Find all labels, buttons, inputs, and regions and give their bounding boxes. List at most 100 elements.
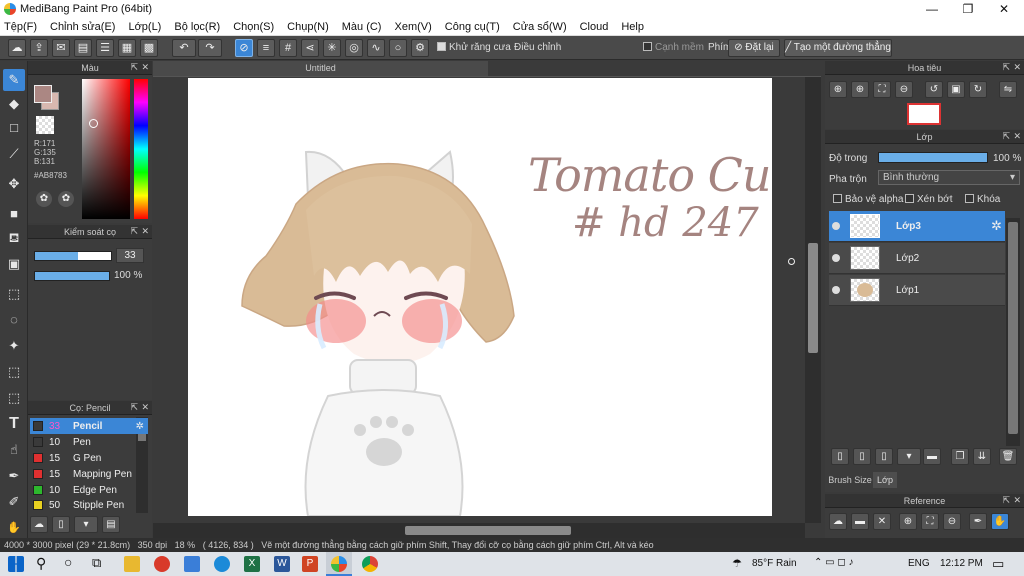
- hand-tool-icon[interactable]: ✋: [3, 517, 25, 539]
- zoom-out-icon[interactable]: ⊖: [895, 81, 913, 98]
- tab-brush-size[interactable]: Brush Size: [827, 472, 873, 488]
- windows-start-icon[interactable]: [8, 556, 24, 572]
- parallel-snap-icon[interactable]: ≡: [257, 39, 275, 57]
- brush-item[interactable]: 33 Pencil ✲: [30, 418, 148, 434]
- brush-item[interactable]: 10 Edge Pen: [30, 482, 148, 498]
- brush-settings-icon[interactable]: ▤: [102, 516, 120, 533]
- saturation-value-picker[interactable]: [82, 79, 130, 219]
- close-icon[interactable]: ✕: [141, 226, 149, 237]
- panel-icon[interactable]: ▤: [74, 39, 92, 57]
- magic-wand-tool-icon[interactable]: ✦: [3, 335, 25, 357]
- cortana-icon[interactable]: ○: [64, 554, 72, 570]
- layer-row[interactable]: Lớp3 ✲: [829, 211, 1005, 242]
- cloud-icon[interactable]: ☁: [829, 513, 847, 530]
- no-snap-icon[interactable]: ⊘: [235, 39, 253, 57]
- upload-icon[interactable]: ⇪: [30, 39, 48, 57]
- rectangle-tool-icon[interactable]: □: [3, 117, 25, 139]
- open-folder-icon[interactable]: ▬: [851, 513, 869, 530]
- vertical-scrollbar[interactable]: [805, 77, 821, 523]
- scroll-thumb[interactable]: [1008, 222, 1018, 434]
- float-icon[interactable]: ⇱: [1002, 62, 1010, 73]
- trash-icon[interactable]: 🗑: [999, 448, 1017, 465]
- hue-slider[interactable]: [134, 79, 148, 219]
- grid-icon[interactable]: ▦: [118, 39, 136, 57]
- horizontal-scroll-thumb[interactable]: [405, 526, 571, 535]
- grid-snap-icon[interactable]: #: [279, 39, 297, 57]
- brush-item[interactable]: 15 Mapping Pen: [30, 466, 148, 482]
- fit-icon[interactable]: ⛶: [873, 81, 891, 98]
- merge-icon[interactable]: ⇊: [973, 448, 991, 465]
- new-layer-icon[interactable]: ▯: [831, 448, 849, 465]
- clip-checkbox[interactable]: Xén bớt: [905, 194, 952, 205]
- list-icon[interactable]: ☰: [96, 39, 114, 57]
- brush-opacity-slider[interactable]: [34, 271, 110, 281]
- radial-snap-icon[interactable]: ✳: [323, 39, 341, 57]
- float-icon[interactable]: ⇱: [1002, 495, 1010, 506]
- brush-tool-icon[interactable]: ✎: [3, 69, 25, 91]
- menu-help[interactable]: Help: [621, 21, 644, 33]
- menu-cloud[interactable]: Cloud: [580, 21, 609, 33]
- bucket-tool-icon[interactable]: ⛾: [3, 227, 25, 249]
- comment-icon[interactable]: ✉: [52, 39, 70, 57]
- brush-size-slider[interactable]: [34, 251, 112, 261]
- antialias-checkbox[interactable]: Khử răng cưa: [437, 42, 511, 53]
- cloud-icon[interactable]: ☁: [8, 39, 26, 57]
- palette-icon[interactable]: ✿: [36, 191, 52, 207]
- minimize-button[interactable]: —: [914, 0, 950, 18]
- drawing-canvas[interactable]: Tomato Cute # hd 247: [188, 78, 772, 516]
- clock[interactable]: 12:12 PM: [940, 558, 983, 569]
- file-explorer-icon[interactable]: [124, 556, 140, 572]
- zoom-in-icon[interactable]: ⊕: [899, 513, 917, 530]
- brush-item[interactable]: 10 Pen: [30, 434, 148, 450]
- menu-tools[interactable]: Công cụ(T): [445, 21, 500, 33]
- palette-add-icon[interactable]: ✿: [58, 191, 74, 207]
- word-icon[interactable]: W: [274, 556, 290, 572]
- close-reference-icon[interactable]: ✕: [873, 513, 891, 530]
- close-icon[interactable]: ✕: [141, 402, 149, 413]
- lasso-tool-icon[interactable]: ◌: [3, 309, 25, 331]
- brush-item[interactable]: 50 Stipple Pen: [30, 498, 148, 512]
- hand-icon[interactable]: ✋: [991, 513, 1009, 530]
- menu-select[interactable]: Chọn(S): [233, 21, 274, 33]
- soft-edge-checkbox[interactable]: Cạnh mềm: [643, 42, 704, 53]
- fit-icon[interactable]: ⛶: [921, 513, 939, 530]
- actual-size-icon[interactable]: ▣: [947, 81, 965, 98]
- edge-icon[interactable]: [214, 556, 230, 572]
- vertical-scroll-thumb[interactable]: [808, 243, 818, 353]
- restore-button[interactable]: ❐: [950, 0, 986, 18]
- layer-list-scrollbar[interactable]: [1006, 218, 1020, 446]
- flip-icon[interactable]: ⇋: [999, 81, 1017, 98]
- zoom-in-small-icon[interactable]: ⊕: [851, 81, 869, 98]
- excel-icon[interactable]: X: [244, 556, 260, 572]
- eyedropper-icon[interactable]: ✒: [969, 513, 987, 530]
- layer-row[interactable]: Lớp1: [829, 275, 1005, 306]
- navigator-thumbnail[interactable]: [907, 103, 941, 125]
- transparent-color-swatch[interactable]: [36, 116, 54, 134]
- menu-edit[interactable]: Chỉnh sửa(E): [50, 21, 115, 33]
- task-view-icon[interactable]: ⧉: [92, 555, 101, 571]
- reset-button[interactable]: ⊘ Đặt lại: [728, 39, 780, 57]
- layer-row[interactable]: Lớp2: [829, 243, 1005, 274]
- brush-size-value[interactable]: 33: [116, 248, 144, 263]
- chrome-icon[interactable]: [362, 556, 378, 572]
- add-layer-dropdown-icon[interactable]: ▾: [897, 448, 921, 465]
- layer-opacity-slider[interactable]: [878, 152, 988, 163]
- select-rect-tool-icon[interactable]: ⬚: [3, 283, 25, 305]
- float-icon[interactable]: ⇱: [130, 62, 138, 73]
- new-halftone-layer-icon[interactable]: ▯: [853, 448, 871, 465]
- perspective-snap-icon[interactable]: ⋖: [301, 39, 319, 57]
- folder-icon[interactable]: ▬: [923, 448, 941, 465]
- layout-icon[interactable]: ▩: [140, 39, 158, 57]
- settings-snap-icon[interactable]: ⚙: [411, 39, 429, 57]
- eye-icon[interactable]: [832, 222, 840, 230]
- close-button[interactable]: ✕: [986, 0, 1022, 18]
- eye-icon[interactable]: [832, 286, 840, 294]
- duplicate-icon[interactable]: ❐: [951, 448, 969, 465]
- operation-tool-icon[interactable]: ☝: [3, 439, 25, 461]
- input-language[interactable]: ENG: [908, 558, 930, 569]
- menu-file[interactable]: Tệp(F): [4, 21, 37, 33]
- menu-filter[interactable]: Bộ lọc(R): [174, 21, 220, 33]
- brush-item[interactable]: 15 G Pen: [30, 450, 148, 466]
- close-icon[interactable]: ✕: [1013, 131, 1021, 142]
- primary-color-swatch[interactable]: [34, 85, 52, 103]
